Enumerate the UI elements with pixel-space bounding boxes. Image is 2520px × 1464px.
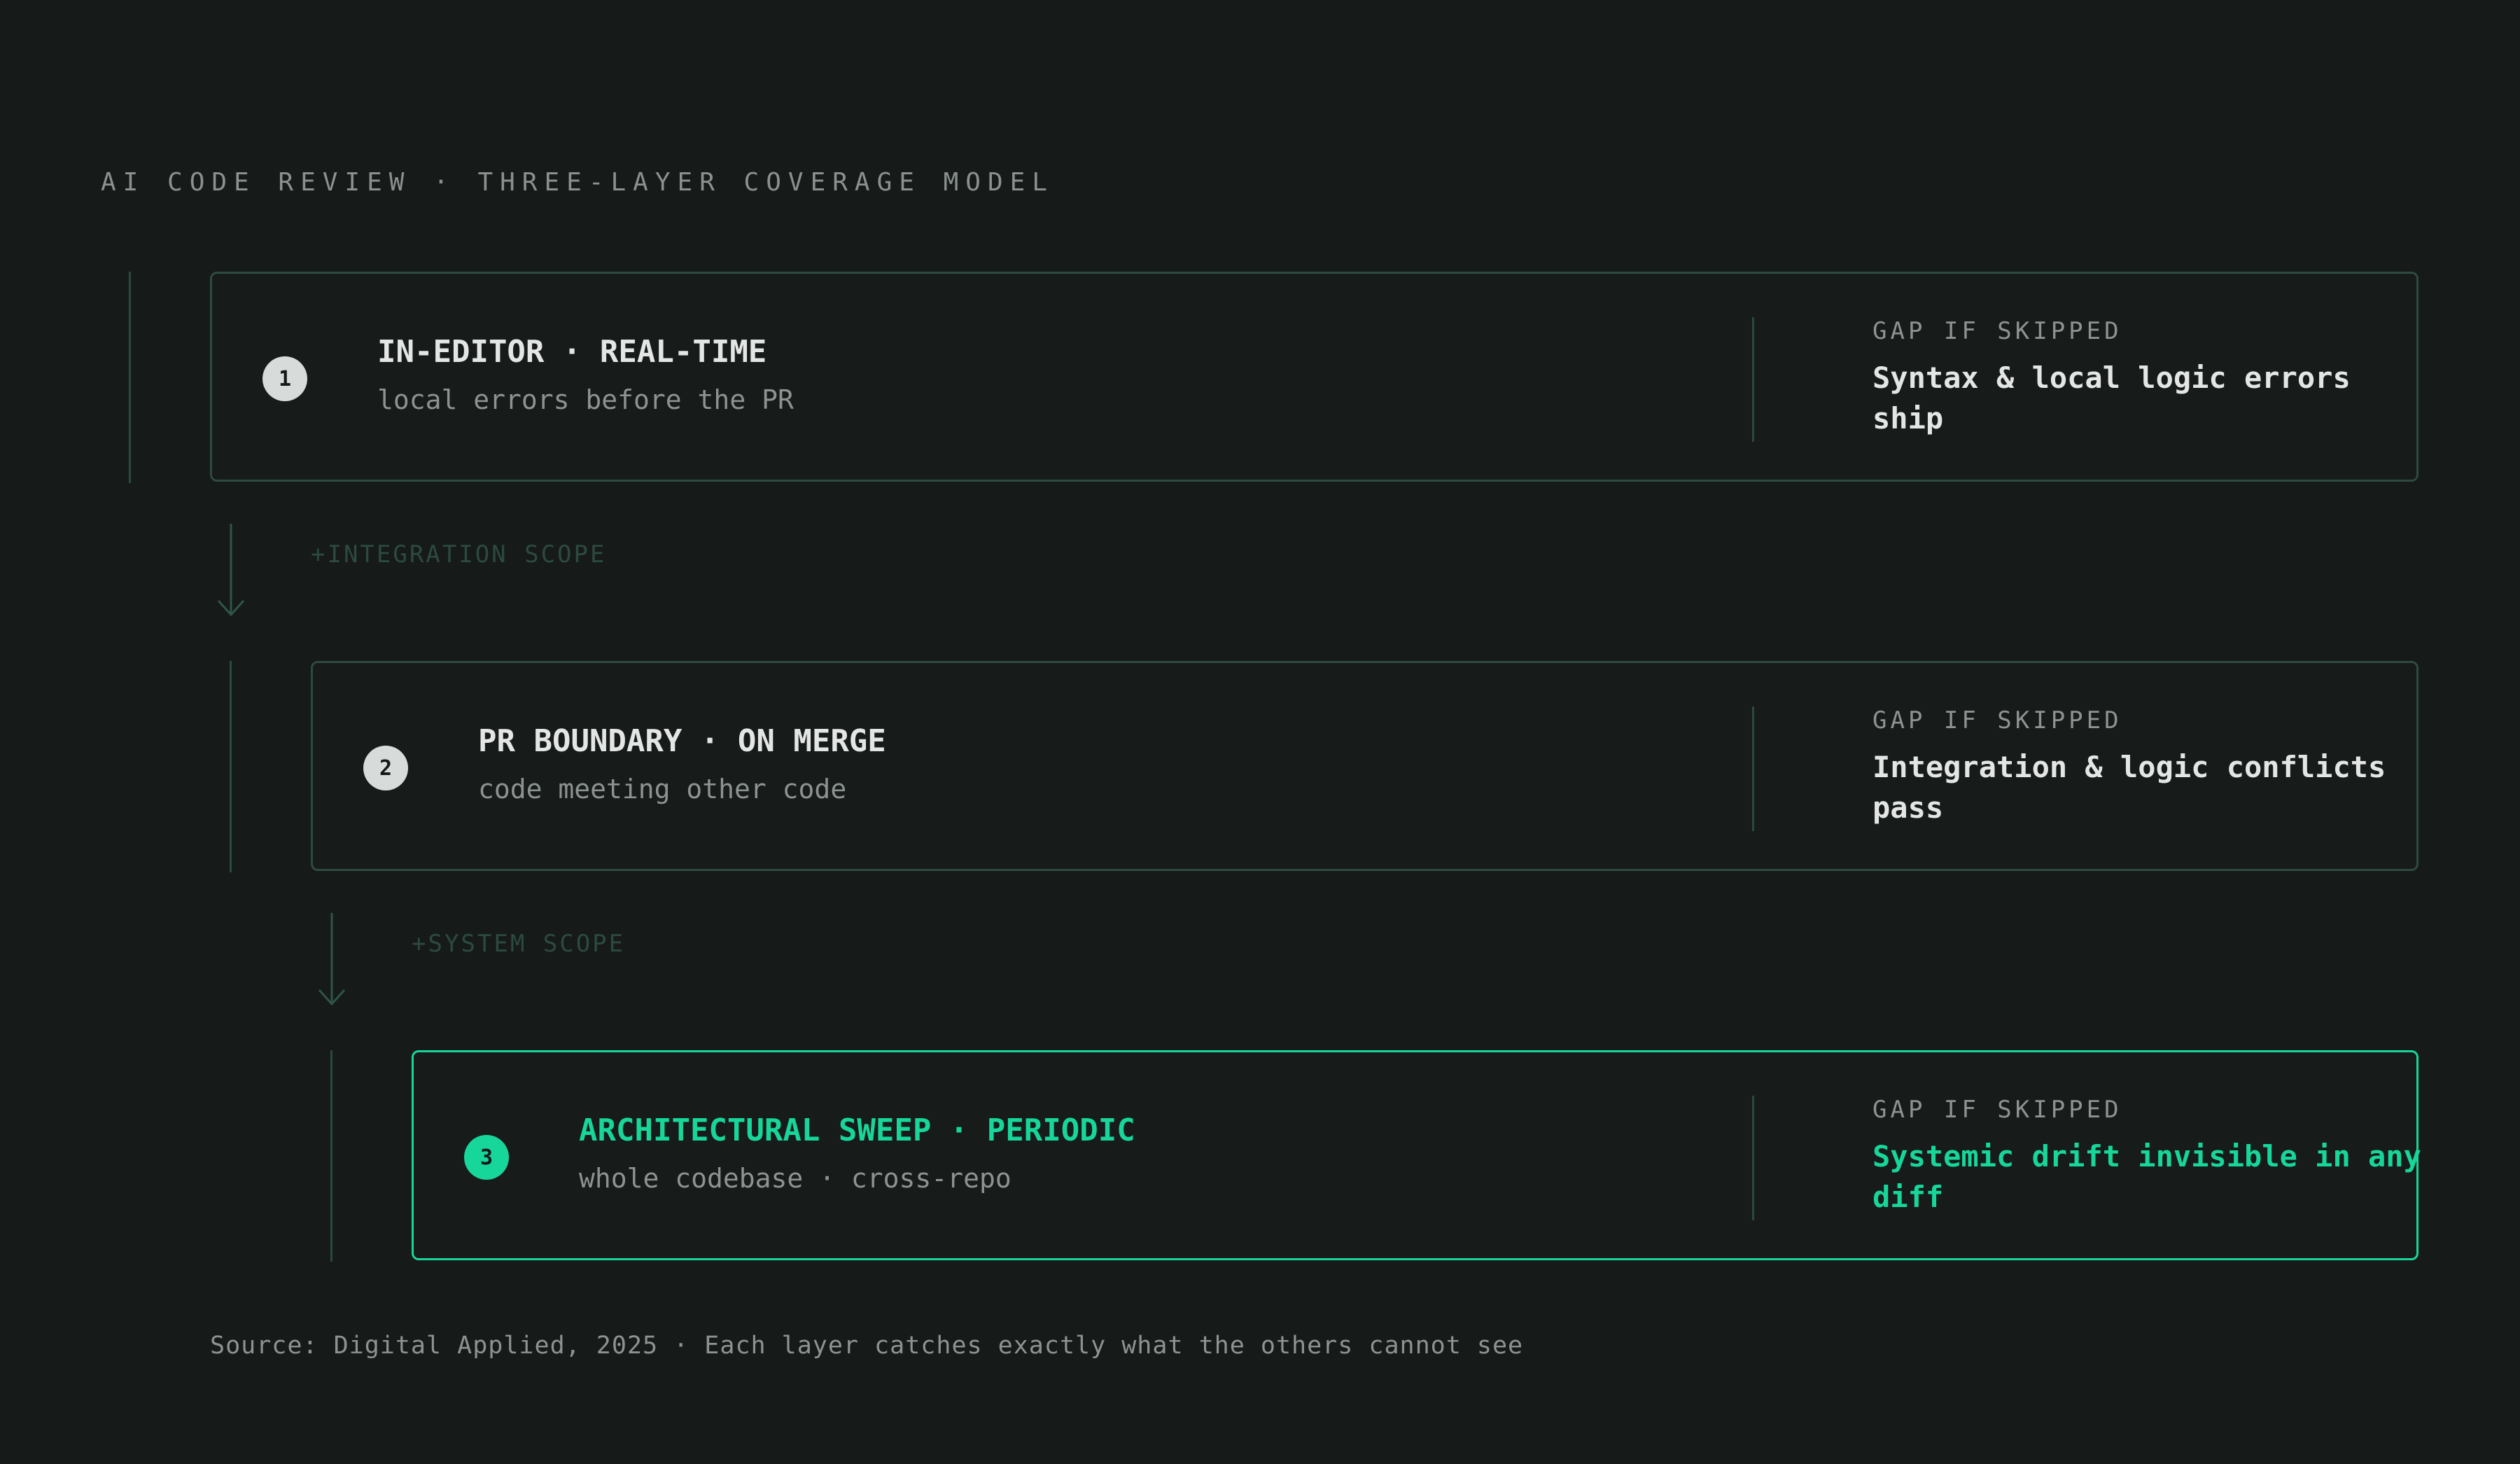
layer-2-rail (230, 661, 232, 872)
layer-2-divider (1752, 706, 1754, 831)
layer-3-gap-label: GAP IF SKIPPED (1872, 1096, 2122, 1124)
layer-2-title: PR BOUNDARY · ON MERGE (478, 723, 886, 759)
layer-2-subtitle: code meeting other code (478, 774, 847, 804)
layer-2-gap-label: GAP IF SKIPPED (1872, 706, 2122, 734)
layer-2-badge: 2 (363, 746, 408, 790)
layer-1-gap-text: Syntax & local logic errors ship (1872, 361, 2351, 435)
layer-3-subtitle: whole codebase · cross-repo (579, 1163, 1011, 1194)
layer-1-gap-block: GAP IF SKIPPED Syntax & local logic erro… (1872, 317, 2426, 439)
layer-2-card: 2 PR BOUNDARY · ON MERGE code meeting ot… (311, 661, 2418, 871)
layer-1-gap-label: GAP IF SKIPPED (1872, 317, 2122, 345)
layer-3-gap-text: Systemic drift invisible in any diff (1872, 1139, 2421, 1214)
layer-3-badge: 3 (464, 1135, 509, 1180)
layer-3-divider (1752, 1096, 1754, 1220)
layer-1-subtitle: local errors before the PR (377, 384, 794, 415)
layer-2-gap-block: GAP IF SKIPPED Integration & logic confl… (1872, 706, 2426, 828)
layer-2-gap-text: Integration & logic conflicts pass (1872, 750, 2386, 825)
connector-2-label: +SYSTEM SCOPE (412, 930, 626, 958)
layer-3-rail (330, 1050, 332, 1262)
layer-3-gap-block: GAP IF SKIPPED Systemic drift invisible … (1872, 1096, 2426, 1218)
connector-1-label: +INTEGRATION SCOPE (311, 541, 607, 569)
layer-3-title: ARCHITECTURAL SWEEP · PERIODIC (579, 1113, 1135, 1148)
layer-1-title: IN-EDITOR · REAL-TIME (377, 334, 767, 370)
diagram-title: AI CODE REVIEW · THREE-LAYER COVERAGE MO… (101, 168, 1054, 197)
connector-1-arrow-icon (217, 524, 245, 617)
layer-3-card: 3 ARCHITECTURAL SWEEP · PERIODIC whole c… (412, 1050, 2421, 1260)
source-footnote: Source: Digital Applied, 2025 · Each lay… (210, 1332, 1524, 1360)
layer-1-badge: 1 (262, 356, 307, 401)
connector-2-arrow-icon (318, 913, 346, 1006)
layer-1-rail (129, 272, 131, 483)
layer-1-card: 1 IN-EDITOR · REAL-TIME local errors bef… (210, 272, 2418, 482)
layer-1-divider (1752, 317, 1754, 442)
